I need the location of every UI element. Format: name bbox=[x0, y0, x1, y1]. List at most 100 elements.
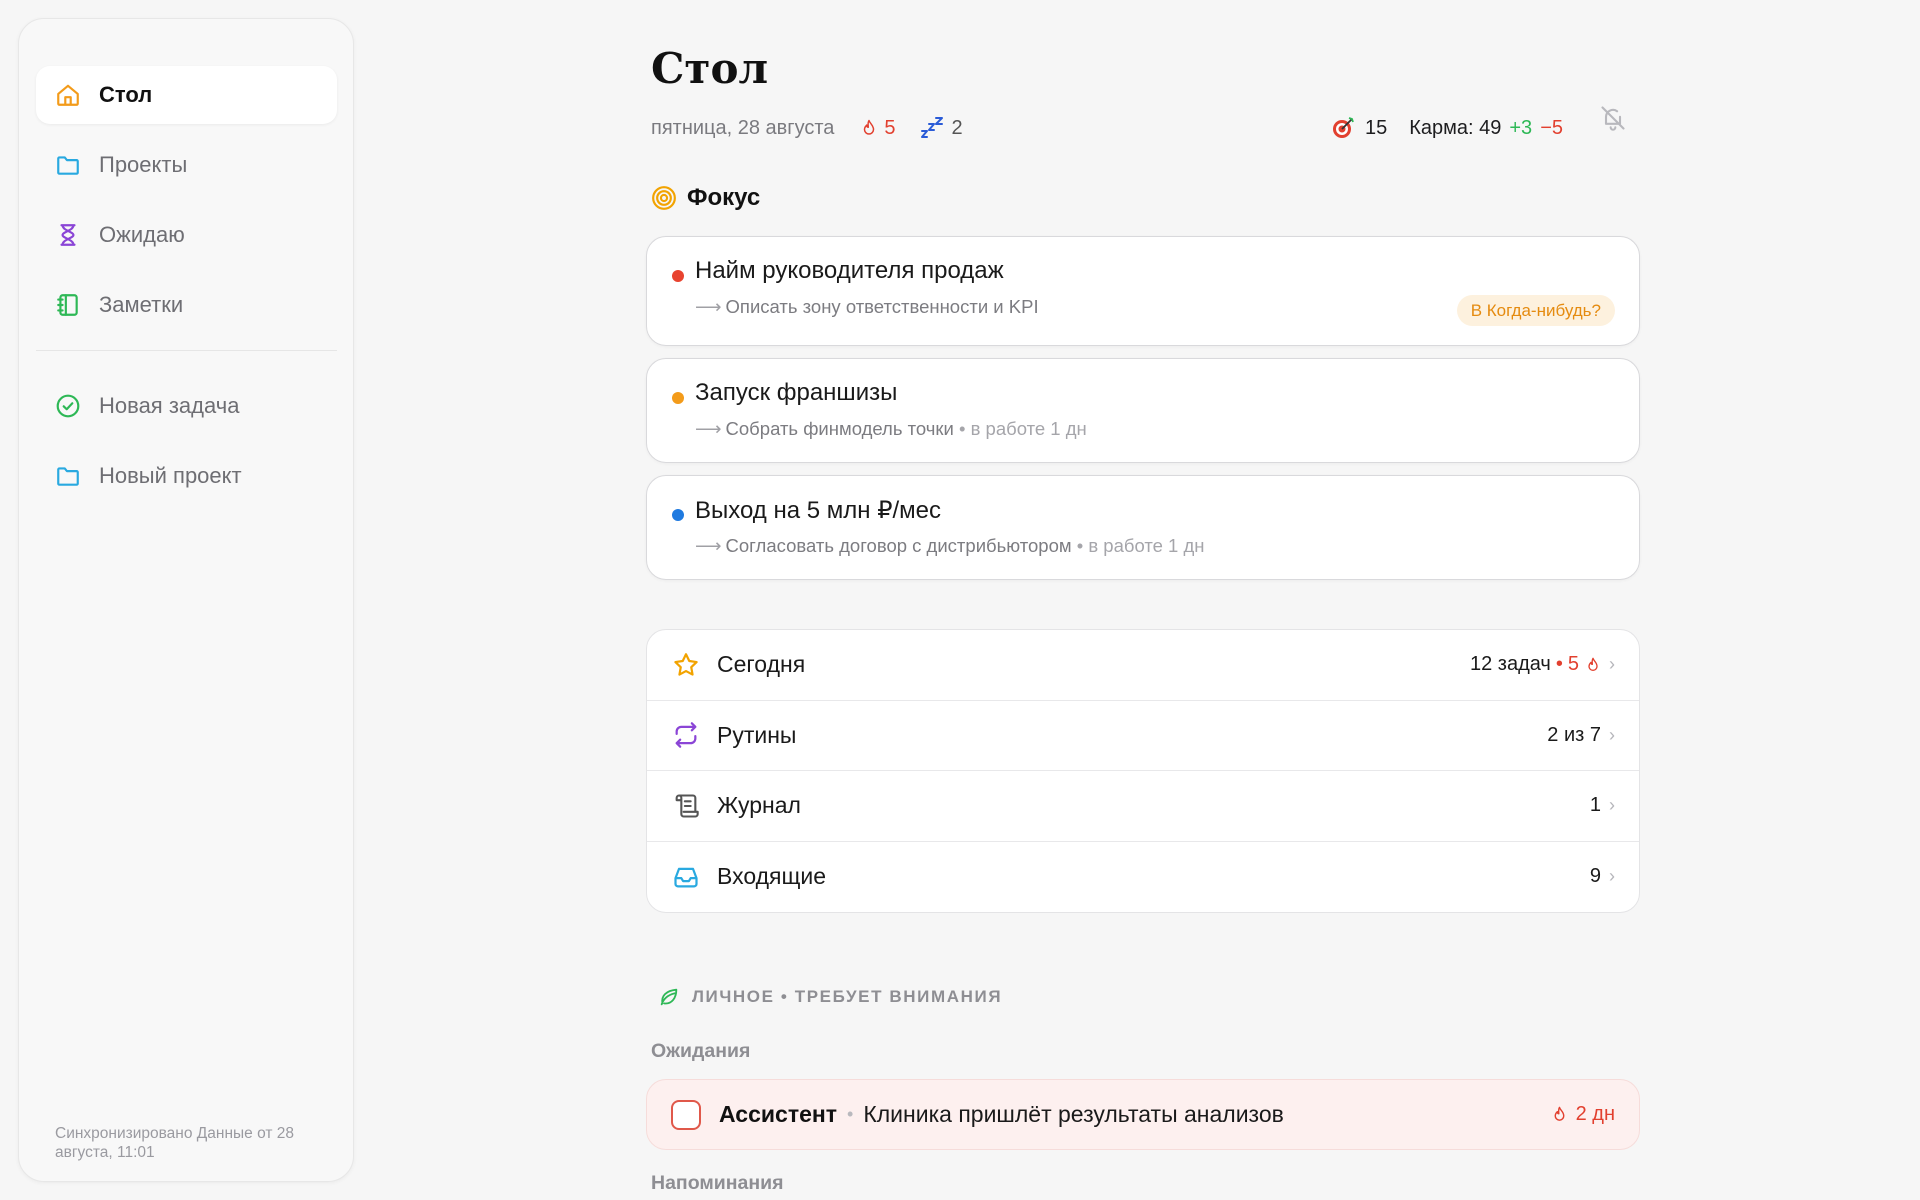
lists-panel: Сегодня 12 задач • 5 › Рутины 2 из 7 › Ж… bbox=[646, 629, 1640, 913]
journal-count: 1 bbox=[1589, 794, 1601, 817]
arrow-icon: ⟶ bbox=[695, 296, 722, 317]
list-label: Сегодня bbox=[717, 651, 806, 678]
waiting-description: Клиника пришлёт результаты анализов bbox=[863, 1101, 1284, 1127]
focus-card-next-step: ⟶ Собрать финмодель точки • в работе 1 дн bbox=[695, 418, 1087, 440]
sleep-count: 2 bbox=[951, 116, 963, 139]
work-duration: • в работе 1 дн bbox=[958, 418, 1087, 439]
reminders-subheading: Напоминания bbox=[651, 1172, 784, 1194]
notebook-icon bbox=[54, 291, 82, 319]
fire-icon bbox=[1588, 657, 1598, 671]
sidebar-item-label: Проекты bbox=[99, 152, 188, 177]
inbox-icon bbox=[671, 862, 701, 892]
sidebar-divider bbox=[36, 350, 337, 351]
waiting-subheading: Ожидания bbox=[651, 1040, 751, 1062]
fire-icon bbox=[864, 119, 875, 135]
list-label: Входящие bbox=[717, 863, 827, 890]
sidebar-item-projects[interactable]: Проекты bbox=[36, 136, 337, 194]
next-step-text: Описать зону ответственности и KPI bbox=[725, 296, 1039, 317]
focus-card-next-step: ⟶ Согласовать договор с дистрибьютором • … bbox=[695, 535, 1205, 557]
task-count: 12 задач bbox=[1469, 653, 1551, 676]
new-task-label: Новая задача bbox=[99, 393, 240, 418]
arrow-icon: ⟶ bbox=[695, 535, 722, 556]
page-title: Стол bbox=[651, 44, 769, 93]
new-project-button[interactable]: Новый проект bbox=[36, 447, 337, 505]
chevron-right-icon: › bbox=[1609, 795, 1615, 816]
list-row-today[interactable]: Сегодня 12 задач • 5 › bbox=[647, 630, 1639, 701]
karma-label: Карма: 49 bbox=[1409, 116, 1502, 139]
next-step-text: Собрать финмодель точки bbox=[725, 418, 954, 439]
stats-group: 15 Карма: 49 +3 −5 bbox=[1331, 113, 1563, 143]
chevron-right-icon: › bbox=[1609, 654, 1615, 675]
overdue-counter[interactable]: 5 bbox=[860, 116, 896, 140]
header-meta: пятница, 28 августа 5 2 15 Карма: 49 +3 … bbox=[651, 106, 1641, 143]
focus-card[interactable]: Выход на 5 млн ₽/мес ⟶ Согласовать догово… bbox=[646, 475, 1640, 580]
home-icon bbox=[54, 81, 82, 109]
priority-dot bbox=[672, 392, 684, 404]
focus-card-title: Запуск франшизы bbox=[695, 379, 898, 406]
leaf-icon bbox=[660, 988, 678, 1006]
priority-dot bbox=[672, 270, 684, 282]
target-icon bbox=[1332, 117, 1354, 138]
sidebar-nav: Стол Проекты Ожидаю Заметки Новая задача… bbox=[36, 66, 337, 517]
bell-off-icon[interactable] bbox=[1599, 104, 1627, 132]
target-rings-icon bbox=[652, 186, 676, 210]
date-label: пятница, 28 августа bbox=[651, 116, 835, 139]
sidebar-item-label: Ожидаю bbox=[99, 222, 185, 247]
fire-icon bbox=[1554, 1106, 1565, 1121]
folder-icon bbox=[54, 151, 82, 179]
focus-heading: Фокус bbox=[651, 184, 760, 212]
personal-section-heading: ЛИЧНОЕ • ТРЕБУЕТ ВНИМАНИЯ bbox=[658, 986, 1002, 1008]
personal-heading-text: ЛИЧНОЕ • ТРЕБУЕТ ВНИМАНИЯ bbox=[692, 987, 1003, 1006]
karma-plus: +3 bbox=[1509, 116, 1533, 139]
star-icon bbox=[671, 650, 701, 680]
sync-status: Синхронизировано Данные от 28 августа, 1… bbox=[55, 1125, 295, 1161]
focus-card-next-step: ⟶ Описать зону ответственности и KPI bbox=[695, 296, 1039, 318]
someday-badge[interactable]: В Когда-нибудь? bbox=[1456, 295, 1615, 326]
list-count: 9 › bbox=[1590, 865, 1615, 888]
new-task-button[interactable]: Новая задача bbox=[36, 377, 337, 435]
focus-card[interactable]: Запуск франшизы ⟶ Собрать финмодель точки… bbox=[646, 358, 1640, 463]
inbox-count: 9 bbox=[1589, 865, 1601, 888]
routine-progress: 2 из 7 bbox=[1547, 723, 1601, 746]
check-circle-icon bbox=[54, 392, 82, 420]
priority-dot bbox=[672, 509, 684, 521]
sidebar-item-notes[interactable]: Заметки bbox=[36, 276, 337, 334]
scroll-icon bbox=[671, 791, 701, 821]
folder-icon bbox=[54, 462, 82, 490]
count-separator: • bbox=[1555, 653, 1563, 676]
repeat-icon bbox=[671, 720, 701, 750]
overdue-count: 5 bbox=[1567, 653, 1579, 676]
hourglass-icon bbox=[54, 221, 82, 249]
chevron-right-icon: › bbox=[1609, 724, 1615, 745]
list-row-routines[interactable]: Рутины 2 из 7 › bbox=[647, 701, 1639, 771]
waiting-checkbox[interactable] bbox=[671, 1099, 701, 1130]
list-count: 12 задач • 5 › bbox=[1470, 653, 1615, 676]
sidebar: Стол Проекты Ожидаю Заметки Новая задача… bbox=[18, 18, 354, 1182]
list-label: Рутины bbox=[717, 721, 797, 748]
focus-card-title: Найм руководителя продаж bbox=[695, 257, 1004, 284]
waiting-item[interactable]: Ассистент • Клиника пришлёт результаты а… bbox=[646, 1079, 1640, 1150]
sidebar-item-label: Стол bbox=[99, 82, 153, 107]
list-row-journal[interactable]: Журнал 1 › bbox=[647, 771, 1639, 842]
list-count: 1 › bbox=[1590, 794, 1615, 817]
waiting-person: Ассистент bbox=[719, 1101, 838, 1127]
list-row-inbox[interactable]: Входящие 9 › bbox=[647, 842, 1639, 913]
waiting-days: 2 дн bbox=[1575, 1103, 1615, 1125]
list-count: 2 из 7 › bbox=[1547, 724, 1615, 747]
snoozed-counter[interactable]: 2 bbox=[920, 116, 963, 140]
work-duration: • в работе 1 дн bbox=[1076, 535, 1205, 556]
chevron-right-icon: › bbox=[1609, 866, 1615, 887]
sidebar-item-waiting[interactable]: Ожидаю bbox=[36, 206, 337, 264]
focus-title: Фокус bbox=[687, 184, 761, 211]
focus-card[interactable]: Найм руководителя продаж ⟶ Описать зону о… bbox=[646, 236, 1640, 346]
sidebar-item-label: Заметки bbox=[99, 292, 184, 317]
target-count: 15 bbox=[1364, 116, 1388, 139]
sidebar-item-desk[interactable]: Стол bbox=[36, 66, 337, 124]
new-project-label: Новый проект bbox=[99, 463, 242, 488]
waiting-overdue: 2 дн bbox=[1551, 1103, 1615, 1126]
arrow-icon: ⟶ bbox=[695, 418, 722, 439]
fire-count: 5 bbox=[884, 116, 896, 139]
list-label: Журнал bbox=[717, 792, 801, 819]
waiting-separator: • bbox=[847, 1104, 854, 1124]
next-step-text: Согласовать договор с дистрибьютором bbox=[725, 535, 1072, 556]
